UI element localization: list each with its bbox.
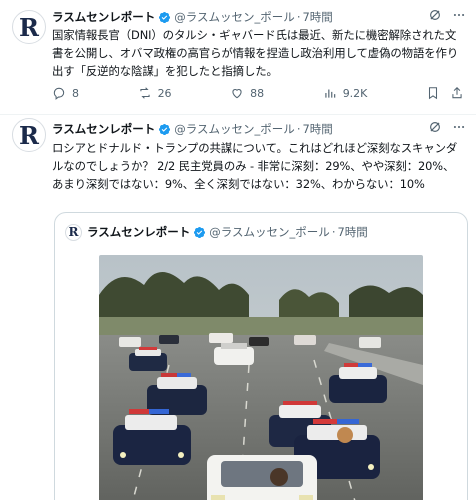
reply-icon <box>53 87 65 100</box>
more-icon[interactable] <box>452 8 466 22</box>
timestamp[interactable]: 7時間 <box>302 121 332 137</box>
verified-badge-icon <box>194 226 206 238</box>
grok-icon[interactable] <box>428 8 442 22</box>
verified-badge-icon <box>159 11 171 23</box>
tweet-actions: 8 26 88 9.2K <box>52 84 464 102</box>
like-count: 88 <box>250 86 265 100</box>
repost-icon <box>139 87 150 99</box>
like-button[interactable]: 88 <box>230 86 264 100</box>
quoted-tweet-card[interactable]: R ラスムセンレポート @ラスムッセン_ポール · 7時間 <box>54 212 468 500</box>
police-chase-photo[interactable] <box>99 255 423 500</box>
heart-icon <box>232 89 242 99</box>
timestamp[interactable]: 7時間 <box>302 9 332 25</box>
avatar-logo: R <box>19 12 39 42</box>
verified-badge-icon <box>159 123 171 135</box>
repost-button[interactable]: 26 <box>138 86 172 100</box>
author-name[interactable]: ラスムセンレポート <box>52 9 155 25</box>
more-icon[interactable] <box>452 120 466 134</box>
quoted-avatar: R <box>65 223 82 241</box>
tweet-divider <box>0 114 476 115</box>
tweet-header: ラスムセンレポート @ラスムッセン_ポール · 7時間 <box>52 8 466 26</box>
reply-count: 8 <box>72 86 79 100</box>
tweet-text: ロシアとドナルド・トランプの共謀について。これはどれほど深刻なスキャンダルなので… <box>52 141 458 191</box>
tweet-actions-right <box>426 86 464 100</box>
avatar[interactable]: R <box>12 10 46 44</box>
views-button[interactable]: 9.2K <box>323 86 368 100</box>
bookmark-icon[interactable] <box>426 86 440 100</box>
quoted-author-name: ラスムセンレポート <box>87 225 191 239</box>
tweet-header: ラスムセンレポート @ラスムッセン_ポール · 7時間 <box>52 120 466 138</box>
header-actions <box>428 120 466 134</box>
quoted-timestamp: 7時間 <box>337 225 368 239</box>
avatar-logo: R <box>19 120 39 150</box>
separator-dot: · <box>331 225 336 239</box>
tweet-text: 国家情報長官（DNI）のタルシ・ギャバード氏は最近、新たに機密解除された文書を公… <box>52 28 459 78</box>
quoted-tweet-header: R ラスムセンレポート @ラスムッセン_ポール · 7時間 <box>65 223 368 241</box>
author-name[interactable]: ラスムセンレポート <box>52 121 155 137</box>
reply-button[interactable]: 8 <box>52 86 79 100</box>
views-icon <box>325 89 335 98</box>
quoted-avatar-logo: R <box>68 225 79 239</box>
separator-dot: · <box>296 122 301 136</box>
repost-count: 26 <box>157 86 172 100</box>
author-handle[interactable]: @ラスムッセン_ポール <box>174 9 295 25</box>
grok-icon[interactable] <box>428 120 442 134</box>
avatar[interactable]: R <box>12 118 46 152</box>
view-count: 9.2K <box>342 86 368 100</box>
author-handle[interactable]: @ラスムッセン_ポール <box>174 121 295 137</box>
header-actions <box>428 8 466 22</box>
share-icon[interactable] <box>450 86 464 100</box>
separator-dot: · <box>296 10 301 24</box>
quoted-author-handle: @ラスムッセン_ポール <box>209 225 330 239</box>
